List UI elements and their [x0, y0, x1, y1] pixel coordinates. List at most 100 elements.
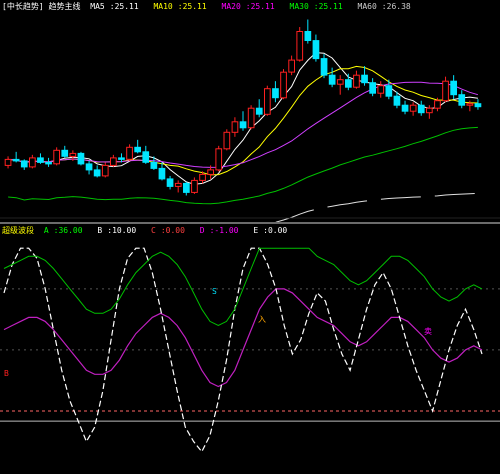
osc-header-a: A:36.00 [43, 226, 83, 235]
ma5-value: 25.11 [114, 2, 139, 11]
osc-header-b: B:10.00 [97, 226, 137, 235]
ma30-value: 25.11 [318, 2, 343, 11]
candle [77, 152, 85, 165]
candle [134, 146, 142, 153]
candle [377, 85, 385, 94]
candle [345, 79, 352, 88]
c-value: 0.00 [165, 226, 185, 235]
ma60-label: MA60 [357, 2, 377, 11]
candle [223, 131, 231, 150]
candle [150, 161, 158, 169]
candle [434, 100, 441, 109]
d-value: -1.00 [214, 226, 239, 235]
ma5-label: MA5 [90, 2, 105, 11]
candle [296, 31, 304, 61]
price-header: [中长趋势] 趋势主线 MA5:25.11 MA10:25.11 MA20:25… [2, 1, 421, 12]
candle [53, 149, 60, 165]
candle [142, 151, 150, 163]
candle [174, 182, 182, 187]
osc-indicator-name: 超级波段 [2, 226, 34, 235]
candle [199, 173, 206, 181]
candle [215, 148, 223, 171]
e-value: 0.00 [267, 226, 288, 235]
exit-marker: 卖 [424, 327, 432, 336]
candle [369, 82, 376, 94]
candle [272, 88, 279, 99]
ma10-label: MA10 [153, 2, 173, 11]
osc-signal-line [3, 288, 483, 388]
candle [93, 169, 101, 177]
candle [466, 103, 474, 106]
candle [37, 157, 44, 163]
candle [61, 149, 69, 157]
buy-marker: B [4, 369, 9, 378]
candle [280, 71, 287, 99]
candle [183, 182, 190, 193]
price-header-ma10: MA10:25.11 [153, 2, 207, 11]
candle [4, 158, 12, 166]
entry-marker: 入 [258, 315, 266, 324]
candle [85, 163, 93, 171]
a-label: A [43, 226, 49, 235]
candle [264, 88, 271, 115]
candle [401, 104, 409, 112]
candle [231, 121, 239, 133]
ma20-label: MA20 [221, 2, 241, 11]
candle [474, 103, 482, 108]
candle [361, 74, 368, 84]
c-label: C [150, 226, 156, 235]
candle [417, 104, 425, 114]
candle [426, 107, 433, 114]
candle [191, 179, 198, 193]
candle [12, 158, 20, 162]
candle [118, 157, 125, 160]
osc-header-c: C:0.00 [150, 226, 185, 235]
osc-header-d: D:-1.00 [199, 226, 239, 235]
ma20-value: 25.11 [250, 2, 275, 11]
candle [320, 58, 328, 76]
b-value: 10.00 [112, 226, 137, 235]
price-indicator-name: [中长趋势] 趋势主线 [2, 2, 81, 11]
price-chart[interactable] [0, 0, 500, 222]
oscillator-panel: 超级波段 A:36.00 B:10.00 C:0.00 D:-1.00 E:0.… [0, 224, 500, 474]
candle [29, 157, 36, 168]
price-header-ma20: MA20:25.11 [221, 2, 275, 11]
candle [166, 178, 174, 187]
ma10-value: 25.11 [182, 2, 207, 11]
candle [158, 167, 166, 180]
e-label: E [253, 226, 259, 235]
ma30-line [8, 126, 478, 205]
candle [442, 80, 449, 102]
candle [255, 107, 263, 115]
ma60-value: 26.38 [386, 2, 411, 11]
price-header-ma30: MA30:25.11 [289, 2, 343, 11]
candle [207, 169, 215, 175]
osc-header-e: E:0.00 [253, 226, 288, 235]
candle [409, 104, 417, 112]
osc-trend-step-line [3, 247, 483, 327]
a-value: 36.00 [58, 226, 83, 235]
candle [110, 157, 117, 166]
price-panel: [中长趋势] 趋势主线 MA5:25.11 MA10:25.11 MA20:25… [0, 0, 500, 222]
candle [353, 74, 360, 88]
candle [247, 107, 255, 129]
candle [458, 94, 466, 106]
price-header-ma60: MA60:26.38 [357, 2, 411, 11]
price-header-ma5: MA5:25.11 [90, 2, 139, 11]
candle [336, 79, 344, 85]
candle [101, 164, 109, 177]
candle [69, 152, 77, 157]
candle [393, 95, 401, 106]
candle [304, 31, 312, 41]
candle [239, 121, 247, 129]
candle [20, 160, 28, 168]
candle [450, 80, 457, 96]
osc-header: 超级波段 A:36.00 B:10.00 C:0.00 D:-1.00 E:0.… [2, 225, 297, 236]
candle [45, 161, 52, 165]
oscillator-chart[interactable] [0, 224, 500, 474]
d-label: D [199, 226, 205, 235]
ma30-label: MA30 [289, 2, 309, 11]
b-label: B [97, 226, 103, 235]
candle [312, 40, 320, 60]
candle [385, 85, 393, 97]
